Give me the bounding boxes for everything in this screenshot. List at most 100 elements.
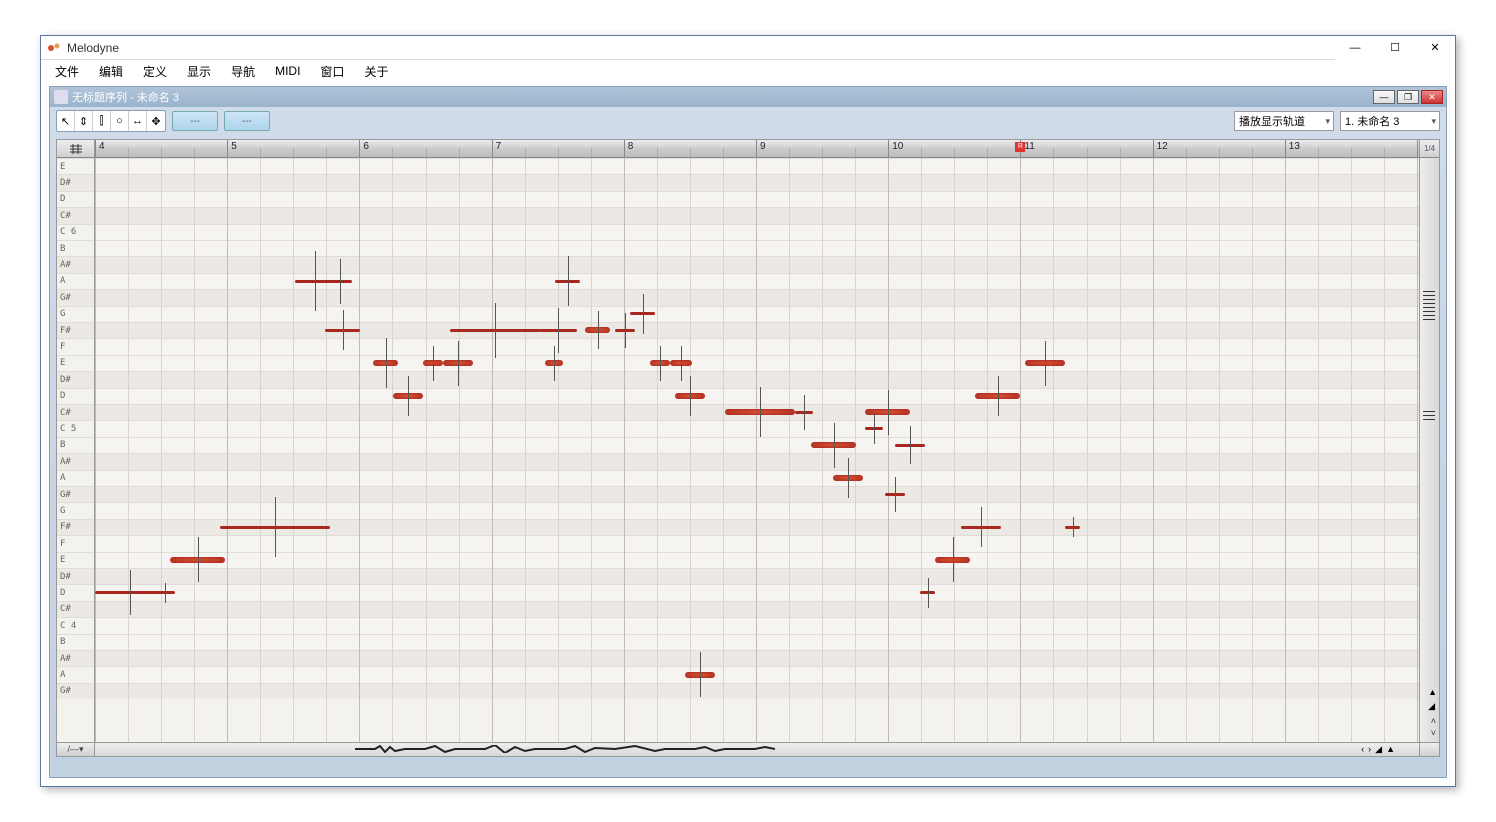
overview-indicator-2: [1423, 408, 1435, 423]
hzoom-icon[interactable]: ◢: [1375, 744, 1382, 755]
track-select[interactable]: 1. 未命名 3: [1340, 111, 1440, 131]
bar-label: 4: [99, 141, 105, 152]
piano-key[interactable]: B: [57, 634, 94, 650]
tool-button-4[interactable]: ↔: [129, 111, 147, 131]
piano-key[interactable]: C#: [57, 601, 94, 617]
note-stem: [660, 346, 661, 381]
menu-6[interactable]: 窗口: [312, 61, 352, 82]
note-area[interactable]: [95, 158, 1419, 742]
vertical-scrollbar[interactable]: ▲ ◢ ˄ ˅: [1419, 158, 1439, 742]
document-title-bar[interactable]: 无标题序列 - 未命名 3 — ❐ ✕: [50, 87, 1446, 107]
scroll-right-arrow[interactable]: ›: [1368, 744, 1371, 755]
tool-button-1[interactable]: ⇕: [75, 111, 93, 131]
piano-key[interactable]: D: [57, 584, 94, 600]
horizontal-scrollbar[interactable]: ‹ › ◢ ▲: [95, 742, 1419, 756]
piano-key[interactable]: C 5: [57, 420, 94, 436]
tool-button-5[interactable]: ✥: [147, 111, 165, 131]
piano-ruler[interactable]: ED#DC#C 6BA#AG#GF#FED#DC#C 5BA#AG#GF#FED…: [57, 158, 95, 742]
piano-key[interactable]: C#: [57, 404, 94, 420]
piano-key[interactable]: B: [57, 437, 94, 453]
bottom-corner: [1419, 742, 1439, 756]
position-marker[interactable]: R: [1015, 142, 1025, 152]
piano-key[interactable]: F#: [57, 519, 94, 535]
ruler-corner[interactable]: [57, 140, 95, 158]
note-stem: [340, 259, 341, 304]
menu-3[interactable]: 显示: [179, 61, 219, 82]
note-stem: [910, 426, 911, 464]
piano-key[interactable]: D#: [57, 371, 94, 387]
piano-key[interactable]: G: [57, 306, 94, 322]
piano-key[interactable]: B: [57, 240, 94, 256]
scroll-down-arrow[interactable]: ˅: [1431, 728, 1436, 738]
piano-key[interactable]: D#: [57, 174, 94, 190]
piano-key[interactable]: A: [57, 273, 94, 289]
tool-button-2[interactable]: ⫿: [93, 111, 111, 131]
scroll-left-arrow[interactable]: ‹: [1361, 744, 1364, 755]
note-stem: [165, 583, 166, 603]
piano-key[interactable]: D: [57, 388, 94, 404]
piano-key[interactable]: G#: [57, 683, 94, 699]
note-stem: [315, 251, 316, 311]
note-stem: [834, 423, 835, 468]
piano-key[interactable]: F: [57, 338, 94, 354]
menu-7[interactable]: 关于: [356, 61, 396, 82]
piano-key[interactable]: G#: [57, 486, 94, 502]
note-stem: [433, 346, 434, 381]
doc-maximize-button[interactable]: ❐: [1397, 90, 1419, 104]
tool-button-3[interactable]: ○: [111, 111, 129, 131]
note-stem: [598, 311, 599, 349]
piano-key[interactable]: A: [57, 666, 94, 682]
piano-key[interactable]: A#: [57, 256, 94, 272]
time-ruler[interactable]: 45678910111213R: [95, 140, 1419, 158]
bar-label: 6: [363, 141, 369, 152]
menu-1[interactable]: 编辑: [91, 61, 131, 82]
editor-area: 1/4 45678910111213R ED#DC#C 6BA#AG#GF#FE…: [56, 139, 1440, 757]
document-icon: [54, 90, 68, 104]
piano-key[interactable]: A#: [57, 453, 94, 469]
piano-key[interactable]: D#: [57, 568, 94, 584]
scroll-up-arrow[interactable]: ˄: [1431, 716, 1436, 726]
note-stem: [568, 256, 569, 306]
piano-key[interactable]: G: [57, 502, 94, 518]
bar-label: 5: [231, 141, 237, 152]
toolbar-right: 播放显示轨道 1. 未命名 3: [1234, 111, 1440, 131]
piano-key[interactable]: E: [57, 552, 94, 568]
note-stem: [198, 537, 199, 582]
piano-key[interactable]: C#: [57, 207, 94, 223]
piano-key[interactable]: C 6: [57, 224, 94, 240]
maximize-button[interactable]: ☐: [1375, 36, 1415, 60]
bar-label: 12: [1157, 141, 1168, 152]
menu-5[interactable]: MIDI: [267, 62, 308, 80]
piano-key[interactable]: E: [57, 158, 94, 174]
close-button[interactable]: ✕: [1415, 36, 1455, 60]
piano-key[interactable]: F: [57, 535, 94, 551]
tool-group: ↖⇕⫿○↔✥: [56, 110, 166, 132]
piano-key[interactable]: A: [57, 470, 94, 486]
view-mode-box[interactable]: /—▾: [57, 742, 95, 756]
menu-4[interactable]: 导航: [223, 61, 263, 82]
piano-key[interactable]: D: [57, 191, 94, 207]
tempo-display-b[interactable]: ---: [224, 111, 270, 131]
bar-label: 7: [496, 141, 502, 152]
note-stem: [408, 376, 409, 416]
app-icon: [47, 41, 61, 55]
note-stem: [643, 294, 644, 334]
doc-close-button[interactable]: ✕: [1421, 90, 1443, 104]
zoom-icon[interactable]: ◢: [1428, 701, 1437, 712]
playback-track-select[interactable]: 播放显示轨道: [1234, 111, 1334, 131]
piano-key[interactable]: G#: [57, 289, 94, 305]
zoom-icon[interactable]: ▲: [1428, 687, 1437, 697]
menu-0[interactable]: 文件: [47, 61, 87, 82]
app-window: Melodyne — ☐ ✕ 文件编辑定义显示导航MIDI窗口关于 无标题序列 …: [40, 35, 1456, 787]
minimize-button[interactable]: —: [1335, 36, 1375, 60]
hzoom-icon[interactable]: ▲: [1386, 744, 1395, 755]
piano-key[interactable]: C 4: [57, 617, 94, 633]
time-signature-box[interactable]: 1/4: [1419, 140, 1439, 158]
piano-key[interactable]: E: [57, 355, 94, 371]
menu-2[interactable]: 定义: [135, 61, 175, 82]
piano-key[interactable]: A#: [57, 650, 94, 666]
tool-button-0[interactable]: ↖: [57, 111, 75, 131]
tempo-display-a[interactable]: ---: [172, 111, 218, 131]
doc-minimize-button[interactable]: —: [1373, 90, 1395, 104]
piano-key[interactable]: F#: [57, 322, 94, 338]
